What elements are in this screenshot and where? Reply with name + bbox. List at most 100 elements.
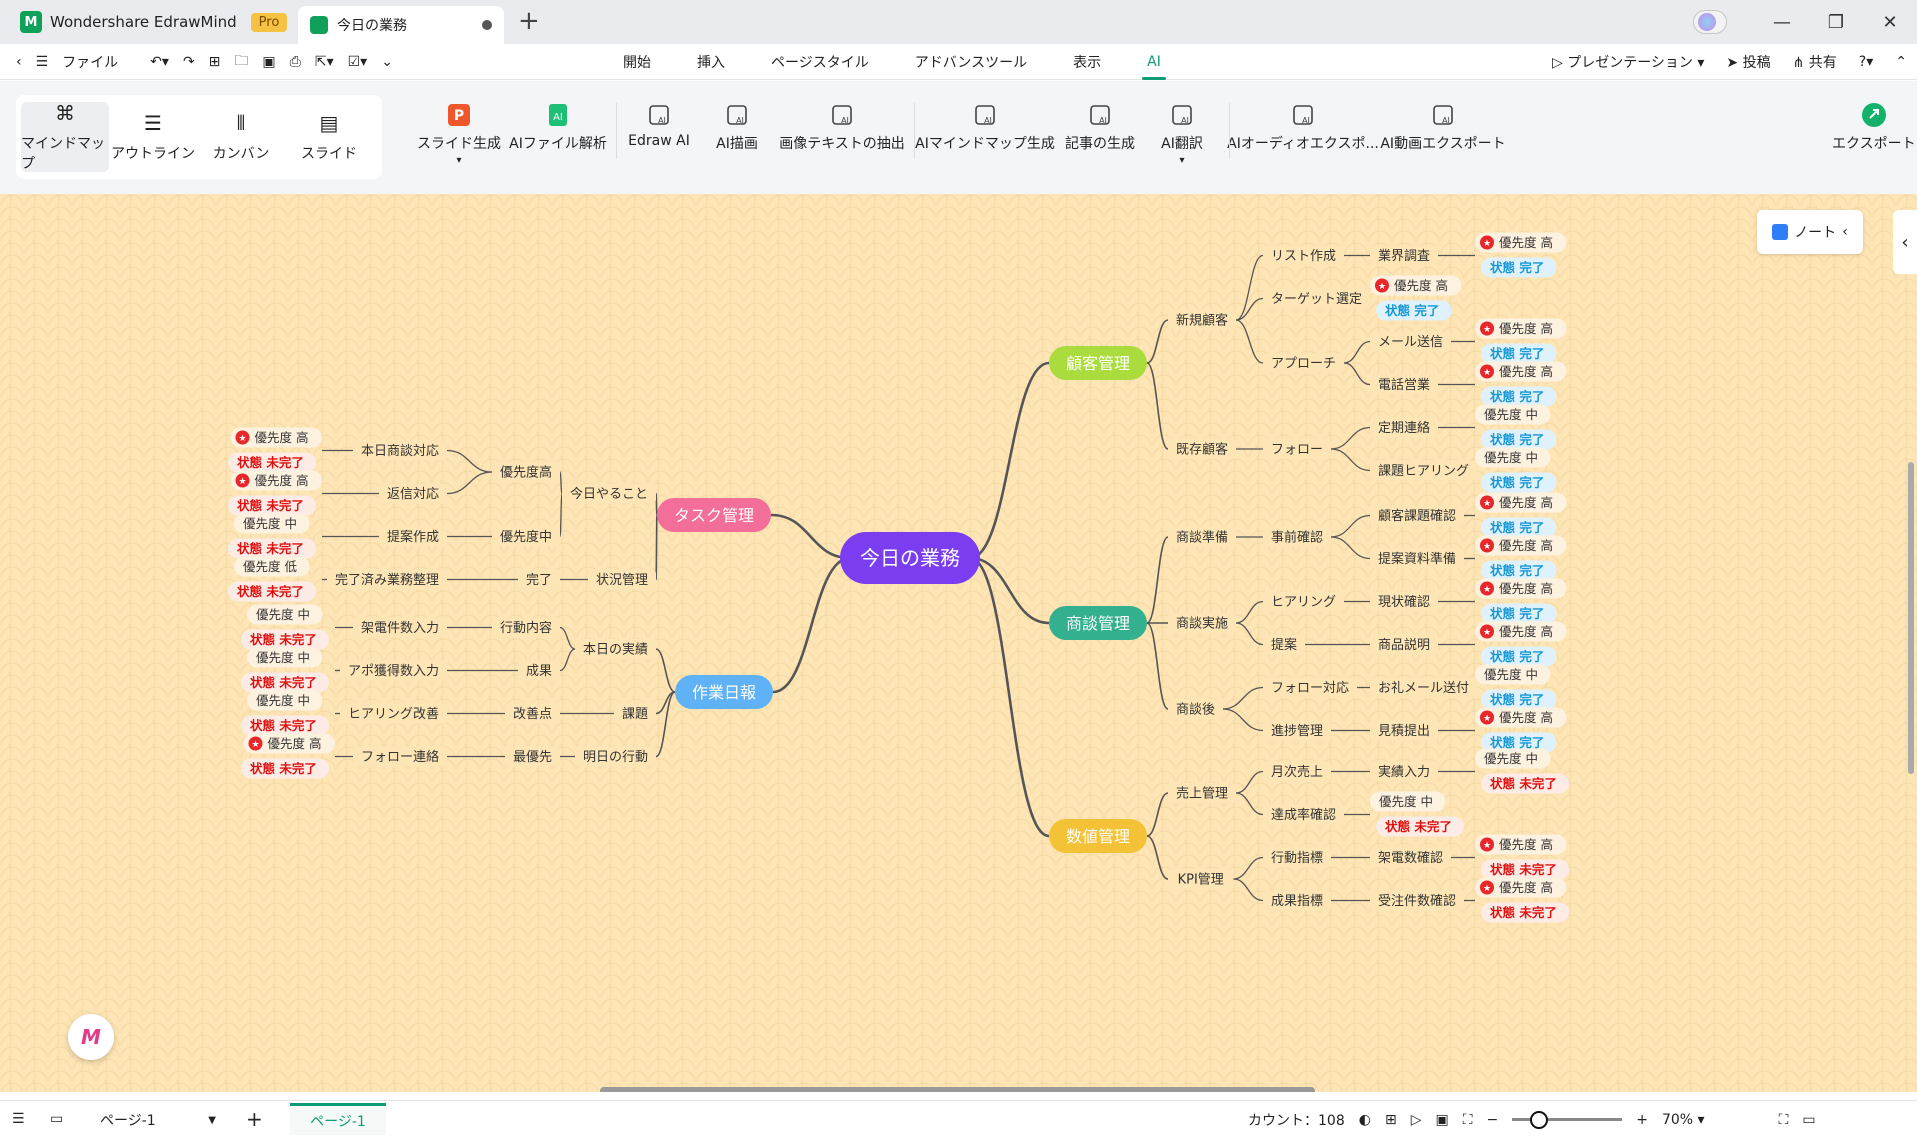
svg-text:AI: AI [1181,116,1189,125]
connector [1330,448,1371,472]
ribbon: ⌘ マインドマップ ☰ アウトライン ⫴ カンバン ▤ スライド P スライド生成 ▾ AI AIファ… [0,81,1917,194]
unsaved-dot-icon[interactable] [482,20,492,30]
topic-label: 改善点 [513,706,552,722]
zoom-out-icon[interactable]: − [1487,1112,1499,1128]
view-0-icon: ⌘ [55,101,75,125]
help-icon[interactable]: ?▾ [1859,54,1873,70]
tool-button-4[interactable]: AI 画像テキストの抽出 [779,103,905,153]
priority-label: 優先度 中 [1484,407,1538,422]
view-button-2[interactable]: ⫴ カンバン [197,102,285,172]
play-icon[interactable]: ▷ [1411,1112,1422,1128]
topic-label: 最優先 [513,750,552,765]
connector [446,471,493,495]
tool-button-5[interactable]: AI AIマインドマップ生成 [915,103,1055,153]
export-small-icon[interactable]: ⇱▾ [315,54,334,70]
side-panel-icon[interactable]: ▭ [1802,1112,1815,1128]
open-folder-icon[interactable]: 🗀 [234,50,248,74]
check-icon[interactable]: ☑▾ [348,54,368,70]
hamburger-icon[interactable]: ☰ [36,54,49,70]
tool-0-icon: P [448,104,470,126]
export-button[interactable]: エクスポート [1832,103,1916,153]
back-icon[interactable]: ‹ [16,54,22,70]
print-icon[interactable]: ⎙ [290,54,301,70]
tab-5[interactable]: AI [1124,44,1184,80]
view-button-3[interactable]: ▤ スライド [285,102,373,172]
topic-label: 顧客課題確認 [1378,508,1456,524]
tool-label: AI描画 [716,136,758,152]
outline-toggle-icon[interactable]: ☰ [12,1111,25,1127]
topic-label: 受注件数確認 [1378,893,1456,909]
fullscreen-fit-icon[interactable]: ⛶ [1463,1112,1473,1128]
topic-label: 既存顧客 [1176,442,1228,458]
collapse-ribbon-icon[interactable]: ⌃ [1895,54,1907,70]
connector [1146,319,1169,364]
priority-label: 優先度 高 [1499,710,1553,725]
priority-label: 優先度 中 [1484,450,1538,465]
dropdown-chevron-icon[interactable]: ▾ [1179,155,1184,166]
close-icon[interactable]: ✕ [1863,12,1917,33]
file-menu[interactable]: ファイル [62,52,118,72]
topic-label: 成果 [526,664,552,679]
tab-0[interactable]: 開始 [600,44,674,80]
zoom-slider[interactable] [1512,1111,1623,1129]
tool-button-8[interactable]: AI AIオーディオエクスポ... [1227,103,1379,153]
redo-icon[interactable]: ↷ [183,54,195,70]
status-label: 状態 未完了 [1490,862,1557,877]
edraw-ai-float-icon[interactable]: M [68,1014,114,1060]
view-button-1[interactable]: ☰ アウトライン [109,102,197,172]
topic-label: 商談準備 [1176,530,1228,546]
tab-4[interactable]: 表示 [1050,44,1124,80]
status-label: 状態 完了 [1490,563,1544,578]
view-button-0[interactable]: ⌘ マインドマップ [21,101,109,172]
connector [1330,426,1371,450]
topic-label: アポ獲得数入力 [348,663,439,679]
document-tab-title: 今日の業務 [337,18,407,34]
presentation-button[interactable]: ▷ プレゼンテーション ▾ [1552,52,1704,72]
page-tab[interactable]: ページ-1 [290,1103,386,1135]
topic-label: KPI管理 [1178,873,1224,888]
topic-label: 現状確認 [1378,594,1430,610]
horizontal-scrollbar[interactable] [600,1087,1315,1092]
publish-button[interactable]: ➤ 投稿 [1726,52,1770,72]
app-tab[interactable]: M Wondershare EdrawMind Pro [0,0,297,44]
zoom-in-icon[interactable]: + [1636,1112,1648,1128]
add-page-icon[interactable]: + [246,1107,263,1131]
new-icon[interactable]: ⊞ [209,54,221,70]
zoom-level[interactable]: 70% ▾ [1662,1112,1705,1128]
share-button[interactable]: ⋔ 共有 [1793,52,1837,72]
tool-button-7[interactable]: AI AI翻訳 ▾ [1122,103,1242,166]
page-panel-icon[interactable]: ▭ [50,1111,63,1127]
dropdown-chevron-icon[interactable]: ▾ [456,155,461,166]
theme-icon[interactable]: ◐ [1359,1112,1371,1128]
tool-button-9[interactable]: AI AI動画エクスポート [1380,103,1506,153]
side-panel-toggle[interactable]: ‹ [1893,210,1917,274]
save-icon[interactable]: ▣ [262,54,275,70]
restore-icon[interactable]: ❐ [1809,12,1863,33]
priority-label: 優先度 高 [1499,538,1553,553]
menu-bar: ‹ ☰ ファイル ↶▾ ↷ ⊞ 🗀 ▣ ⎙ ⇱▾ ☑▾ ⌄ 開始 挿入 ページスタイ… [0,44,1917,80]
fullscreen-icon[interactable]: ⛶ [1779,1112,1789,1128]
connector [559,492,563,538]
tab-1[interactable]: 挿入 [674,44,748,80]
connector [772,556,851,694]
note-button[interactable]: ノート ‹ [1757,210,1863,254]
tab-3[interactable]: アドバンスツール [892,44,1050,80]
connector [655,514,658,581]
undo-icon[interactable]: ↶▾ [150,54,169,70]
priority-label: 優先度 高 [1499,624,1553,639]
fit-icon[interactable]: ▣ [1435,1112,1448,1128]
page-selector[interactable]: ページ-1 ▼ [96,1107,216,1133]
mindmap-canvas[interactable]: 顧客管理 新規顧客 リスト作成 業界調査 ★ 優先度 高状態 完了 ターゲット選定 ★ 優先度 … [0,194,1917,1092]
minimize-icon[interactable]: — [1755,12,1809,33]
page-selector-label: ページ-1 [100,1113,156,1129]
tab-2[interactable]: ページスタイル [748,44,892,80]
new-tab-button[interactable]: + [518,6,540,36]
view-label: アウトライン [111,146,195,162]
document-tab[interactable]: 今日の業務 [298,6,504,44]
connector [1233,856,1264,880]
book-view-icon[interactable]: ⊞ [1385,1112,1397,1128]
count-label: カウント： [1248,1112,1318,1129]
more-icon[interactable]: ⌄ [381,54,393,70]
avatar[interactable] [1693,10,1727,34]
vertical-scrollbar[interactable] [1908,462,1914,774]
